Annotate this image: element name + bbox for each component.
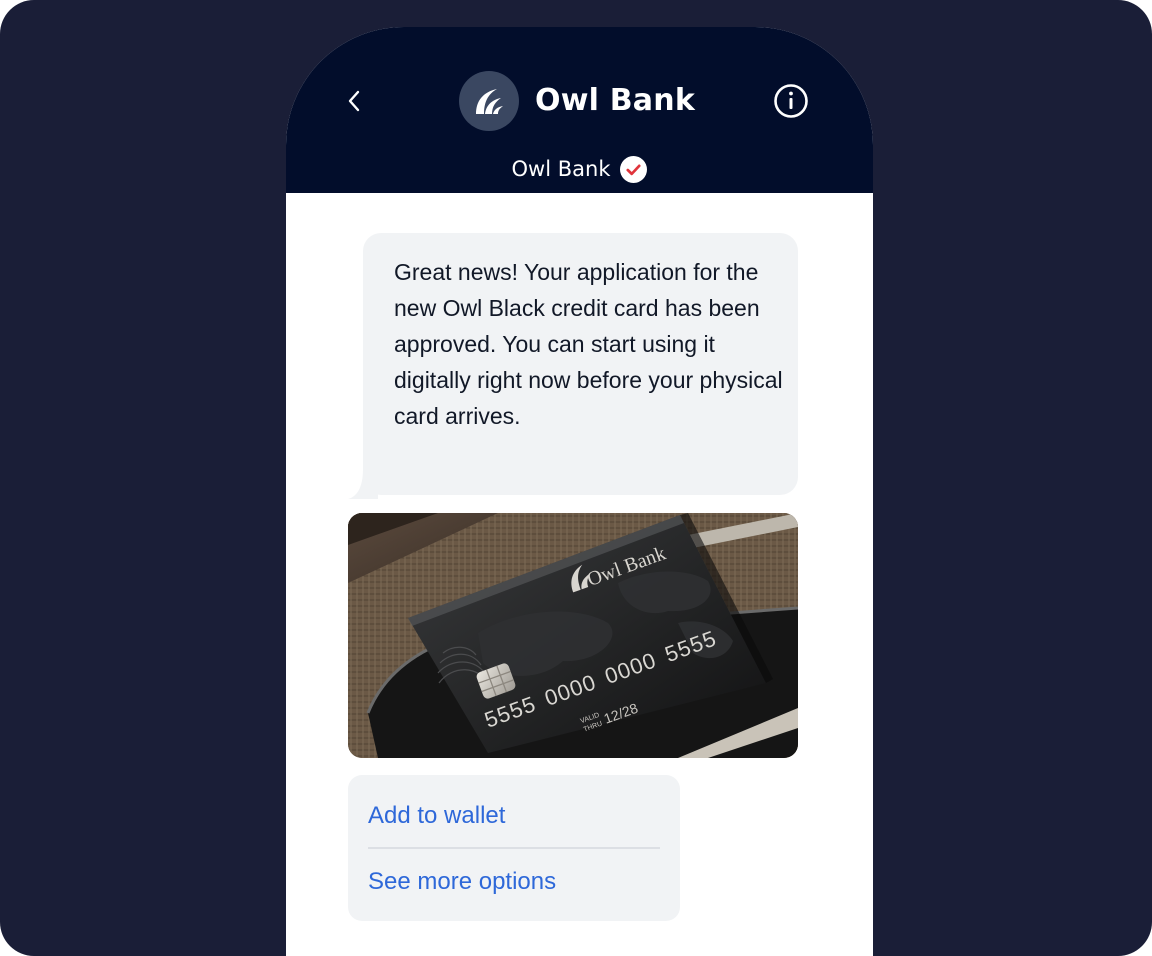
app-frame: Owl Bank Owl Bank Great news! Your appli… [0, 0, 1152, 956]
message-text: Great news! Your application for the new… [394, 259, 783, 429]
sender-name: Owl Bank [511, 157, 611, 181]
add-to-wallet-button[interactable]: Add to wallet [368, 799, 505, 833]
back-button[interactable] [338, 85, 370, 117]
bubble-tail [348, 469, 378, 499]
info-button[interactable] [773, 83, 809, 119]
chevron-left-icon [348, 90, 360, 112]
info-icon [774, 84, 808, 118]
phone-screen: Owl Bank Owl Bank Great news! Your appli… [286, 27, 873, 956]
actions-divider [368, 847, 660, 849]
brand-logo [459, 71, 519, 131]
credit-card-photo: Owl Bank 5555 0000 0000 5555 VALID THRU … [348, 513, 798, 758]
message-bubble: Great news! Your application for the new… [348, 233, 798, 499]
credit-card-image[interactable]: Owl Bank 5555 0000 0000 5555 VALID THRU … [348, 513, 798, 758]
owl-bank-logo-icon [476, 89, 503, 114]
sender-verified-row: Owl Bank [286, 154, 873, 184]
see-more-options-button[interactable]: See more options [368, 865, 556, 899]
chat-header: Owl Bank Owl Bank [286, 27, 873, 193]
verified-check-icon [620, 155, 648, 183]
chat-title: Owl Bank [535, 83, 695, 118]
suggested-actions: Add to wallet See more options [348, 775, 680, 921]
